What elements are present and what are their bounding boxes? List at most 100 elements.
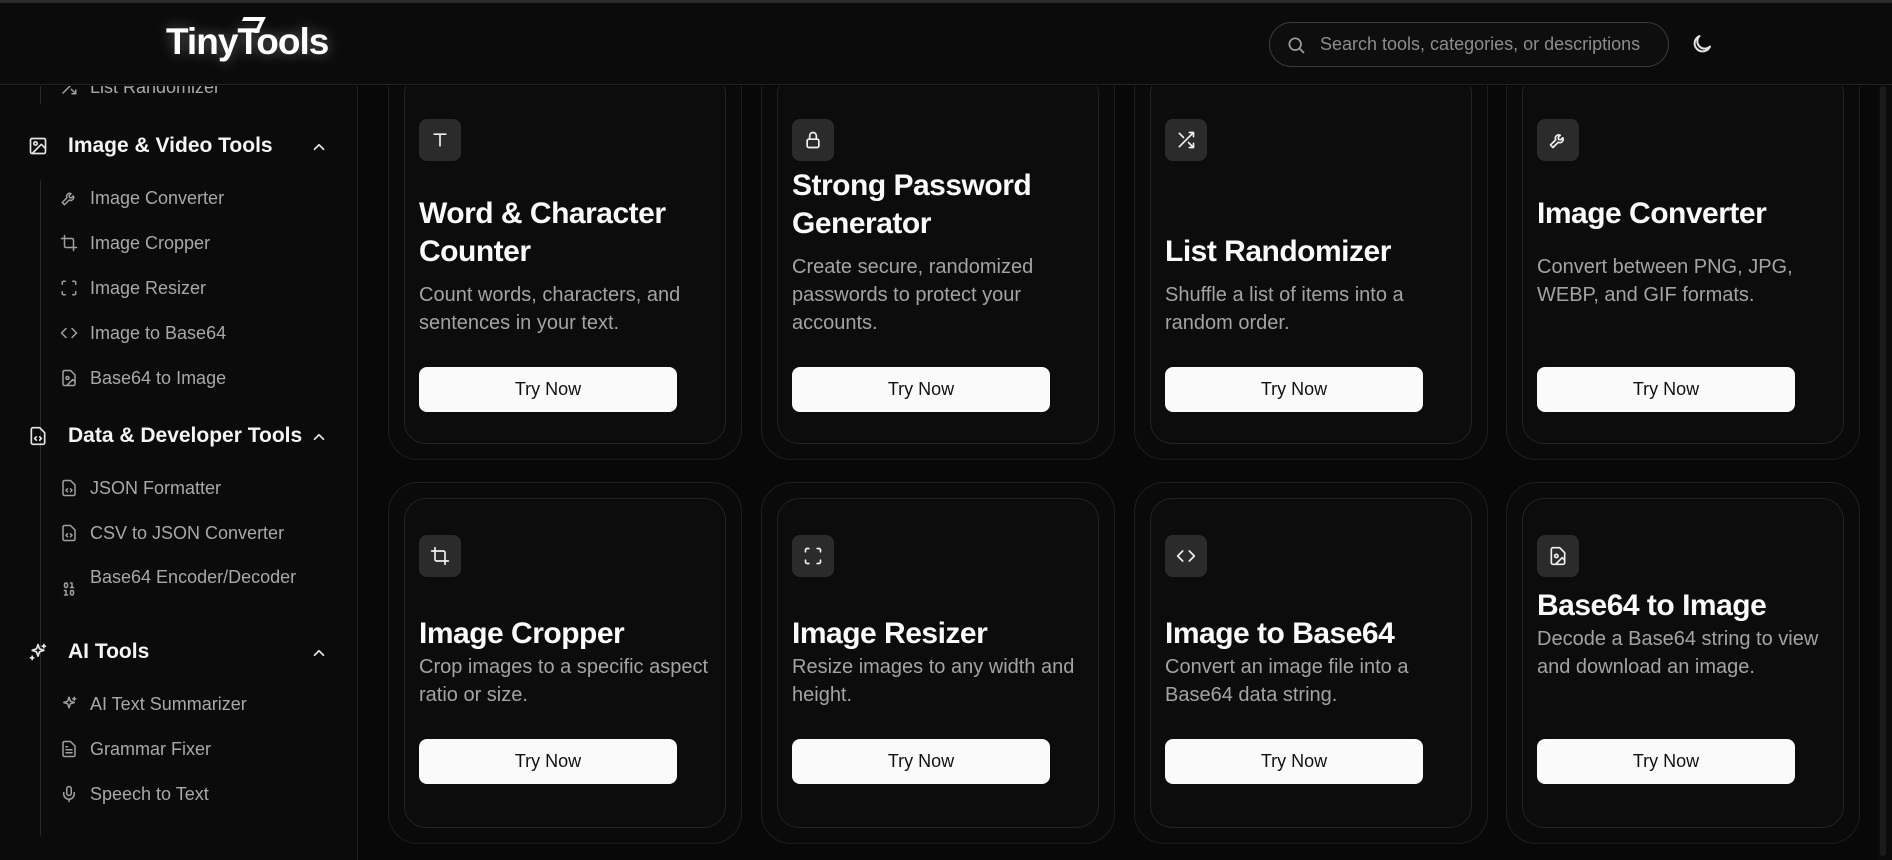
chevron-up-icon [313, 649, 325, 657]
mic-icon [63, 785, 75, 803]
card-description: Decode a Base64 string to view and downl… [1537, 628, 1819, 678]
sidebar-item-list-randomizer[interactable]: List Randomizer [60, 86, 220, 100]
card-title: Image Converter [1537, 197, 1767, 230]
group-title: AI Tools [68, 640, 150, 663]
sidebar-item-label: Grammar Fixer [90, 738, 211, 759]
lock-icon [792, 119, 834, 161]
shuffle-icon [1165, 119, 1207, 161]
card-title: Base64 to Image [1537, 589, 1767, 622]
sidebar-item-speech-to-text[interactable]: Speech to Text [60, 781, 209, 807]
sidebar-item-label: Image Resizer [90, 277, 207, 298]
card-title: Image Resizer [792, 617, 988, 650]
tool-grid: Word & Character Counter Count words, ch… [358, 86, 1878, 860]
text-type-icon [419, 119, 461, 161]
card-title: Word & Character Counter [419, 197, 666, 268]
top-header: TinyTools [0, 3, 1892, 85]
sidebar-item-label: AI Text Summarizer [90, 693, 247, 714]
file-code-icon [30, 426, 46, 446]
chevron-up-icon [313, 433, 325, 441]
card-description: Convert between PNG, JPG, WEBP, and GIF … [1537, 256, 1793, 306]
file-text-icon [62, 740, 76, 758]
card-title: List Randomizer [1165, 235, 1391, 268]
try-now-button[interactable]: Try Now [419, 367, 677, 412]
search-icon [1288, 37, 1305, 54]
scrollbar-thumb[interactable] [1880, 86, 1886, 856]
card-title: Image Cropper [419, 617, 625, 650]
sidebar-item-csv-to-json[interactable]: CSV to JSON Converter [60, 520, 284, 546]
search-box[interactable] [1269, 22, 1669, 67]
group-title: Image & Video Tools [68, 134, 273, 157]
try-now-button[interactable]: Try Now [792, 367, 1050, 412]
card-description: Convert an image file into a Base64 data… [1165, 656, 1409, 706]
try-now-button[interactable]: Try Now [792, 739, 1050, 784]
sidebar-item-label: Base64 to Image [90, 367, 227, 388]
try-now-button[interactable]: Try Now [1165, 739, 1423, 784]
chevron-up-icon [313, 143, 325, 151]
tool-card: Strong Password Generator Create secure,… [761, 86, 1115, 460]
card-description: Resize images to any width and height. [792, 656, 1075, 706]
sidebar-item-image-resizer[interactable]: Image Resizer [60, 275, 206, 301]
file-code-icon [62, 524, 76, 542]
sidebar: List Randomizer Image & Video Tools Imag… [0, 86, 358, 860]
file-code-icon [62, 479, 76, 497]
sidebar-item-label: Image Cropper [90, 232, 211, 253]
image-icon [29, 137, 47, 155]
code-icon [1165, 535, 1207, 577]
card-title: Strong Password Generator [792, 169, 1032, 240]
file-image-icon [1537, 535, 1579, 577]
search-input[interactable] [1320, 23, 1660, 66]
group-image-video-tools[interactable]: Image & Video Tools [28, 131, 328, 161]
try-now-button[interactable]: Try Now [419, 739, 677, 784]
file-image-icon [62, 369, 76, 387]
sidebar-item-label: Image Converter [90, 187, 225, 208]
tool-card: Image Converter Convert between PNG, JPG… [1506, 86, 1860, 460]
tree-line [40, 86, 41, 104]
tool-card: Image Cropper Crop images to a specific … [388, 482, 742, 844]
logo[interactable]: TinyTools [166, 17, 329, 63]
sidebar-item-label: Image to Base64 [90, 322, 227, 343]
tool-card: Image Resizer Resize images to any width… [761, 482, 1115, 844]
sidebar-item-label: CSV to JSON Converter [90, 522, 285, 543]
sidebar-item-json-formatter[interactable]: JSON Formatter [60, 475, 221, 501]
crop-icon [60, 234, 78, 252]
binary-icon [63, 582, 75, 596]
tree-line [40, 470, 41, 706]
card-description: Crop images to a specific aspect ratio o… [419, 656, 709, 706]
sidebar-item-image-to-base64[interactable]: Image to Base64 [60, 320, 226, 346]
tool-card: Base64 to Image Decode a Base64 string t… [1506, 482, 1860, 844]
group-data-developer-tools[interactable]: Data & Developer Tools [28, 421, 328, 451]
sidebar-item-label: List Randomizer [90, 86, 221, 97]
sidebar-item-label: Base64 Encoder/Decoder [90, 567, 297, 587]
sidebar-item-ai-text-summarizer[interactable]: AI Text Summarizer [60, 691, 247, 717]
wrench-icon [1537, 119, 1579, 161]
sidebar-item-label: JSON Formatter [90, 477, 222, 498]
scan-icon [792, 535, 834, 577]
group-ai-tools[interactable]: AI Tools [28, 637, 328, 667]
sidebar-item-label: Speech to Text [90, 783, 209, 804]
try-now-button[interactable]: Try Now [1537, 739, 1795, 784]
sidebar-item-base64-to-image[interactable]: Base64 to Image [60, 365, 226, 391]
card-title: Image to Base64 [1165, 617, 1395, 650]
sparkles-icon [29, 643, 47, 661]
sidebar-item-image-cropper[interactable]: Image Cropper [60, 230, 210, 256]
shuffle-icon [62, 86, 77, 95]
sparkles-icon [63, 696, 77, 709]
code-icon [60, 327, 78, 339]
sidebar-item-base64-encoder-decoder[interactable]: Base64 Encoder/Decoder [60, 565, 300, 617]
card-description: Shuffle a list of items into a random or… [1165, 284, 1404, 334]
card-description: Create secure, randomized passwords to p… [792, 256, 1034, 334]
tree-line [40, 686, 41, 836]
tool-card: Image to Base64 Convert an image file in… [1134, 482, 1488, 844]
crop-icon [419, 535, 461, 577]
tool-card: List Randomizer Shuffle a list of items … [1134, 86, 1488, 460]
moon-icon[interactable] [1690, 32, 1714, 56]
try-now-button[interactable]: Try Now [1537, 367, 1795, 412]
card-description: Count words, characters, and sentences i… [419, 284, 681, 334]
scan-icon [61, 280, 77, 296]
sidebar-item-grammar-fixer[interactable]: Grammar Fixer [60, 736, 211, 762]
group-title: Data & Developer Tools [68, 424, 303, 447]
wrench-icon [61, 192, 75, 206]
try-now-button[interactable]: Try Now [1165, 367, 1423, 412]
tool-card: Word & Character Counter Count words, ch… [388, 86, 742, 460]
sidebar-item-image-converter[interactable]: Image Converter [60, 185, 224, 211]
